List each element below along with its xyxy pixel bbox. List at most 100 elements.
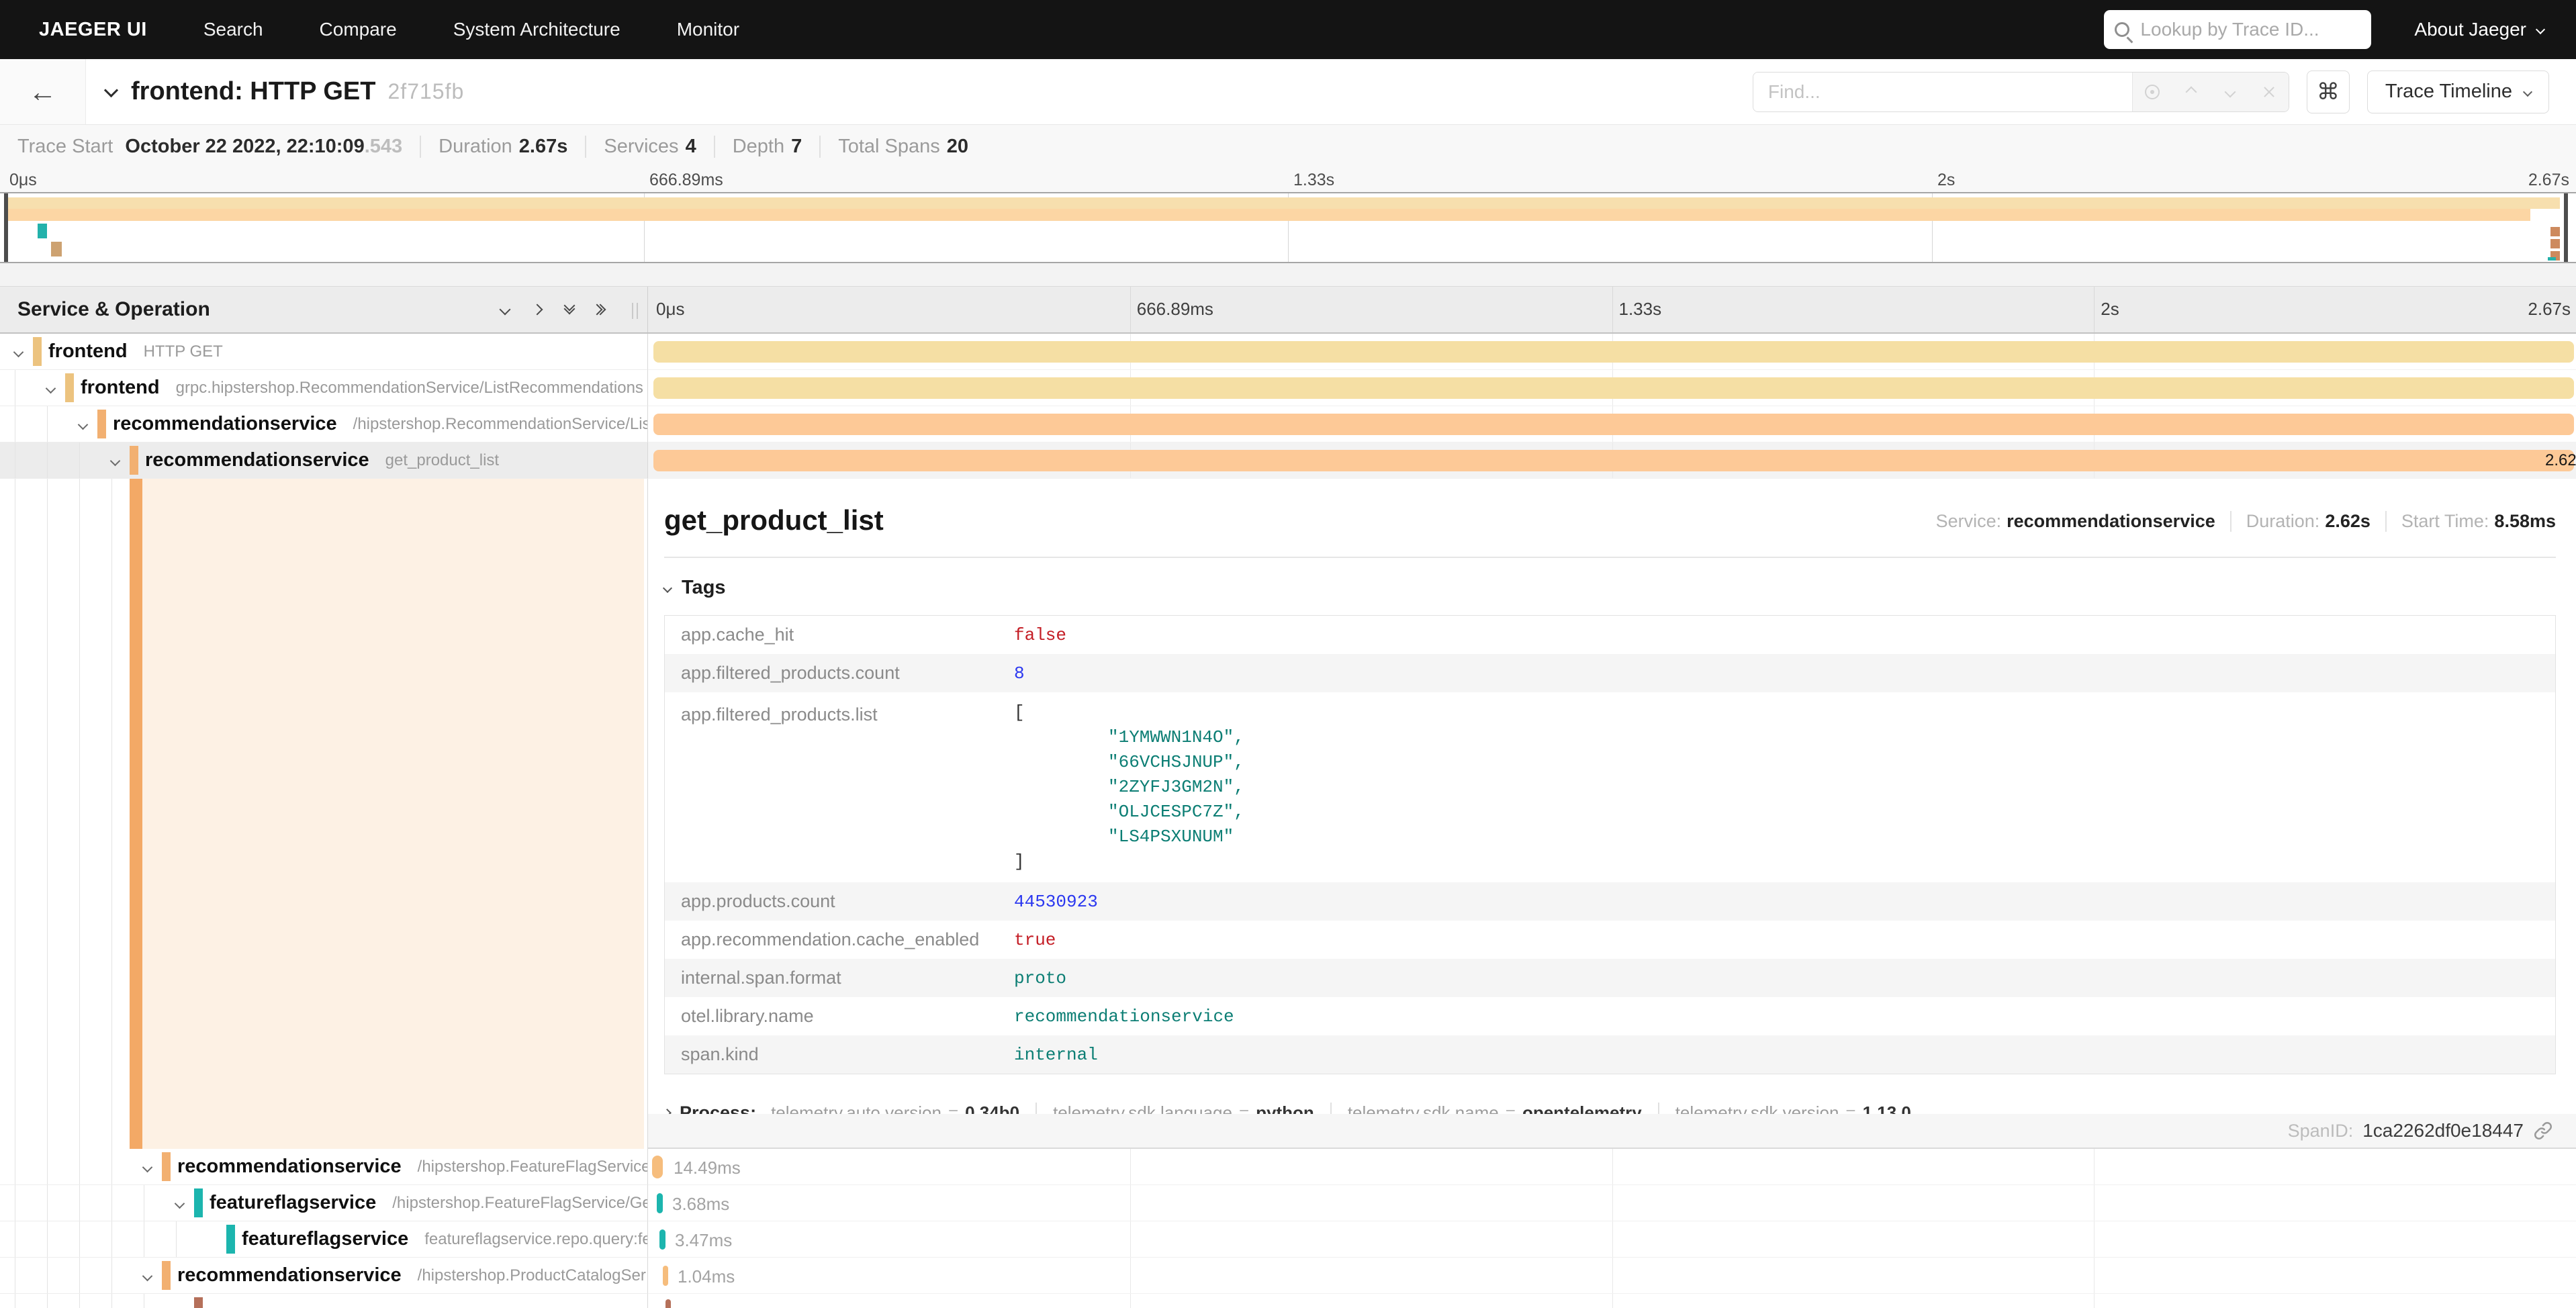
chevron-down-icon: [2536, 25, 2545, 34]
span-collapse-chevron[interactable]: [111, 456, 119, 468]
tag-row: internal.span.format proto: [665, 959, 2555, 997]
span-bar[interactable]: [653, 341, 2574, 363]
chevron-down-icon: [2224, 86, 2236, 97]
span-timeline-cell[interactable]: 3.47ms: [648, 1221, 2576, 1258]
ruler-gridline: [2094, 287, 2095, 332]
span-timeline-cell[interactable]: 14.49ms: [648, 1149, 2576, 1185]
service-color-bar: [162, 1152, 171, 1181]
span-row-frontend-http-get[interactable]: frontend HTTP GET: [0, 334, 2576, 370]
span-bar[interactable]: [653, 450, 2574, 471]
span-timeline-cell[interactable]: [648, 334, 2576, 370]
nav-item-search[interactable]: Search: [203, 19, 263, 40]
tree-controls: [501, 287, 604, 332]
span-timeline-cell[interactable]: 1.04ms: [648, 1258, 2576, 1294]
span-timeline-cell[interactable]: [648, 370, 2576, 406]
find-next-button[interactable]: [2211, 73, 2250, 111]
minimap-span-bar: [8, 209, 2530, 221]
nav-item-monitor[interactable]: Monitor: [677, 19, 739, 40]
span-row-recommendation-featureflag[interactable]: recommendationservice /hipstershop.Featu…: [0, 1149, 2576, 1185]
selected-span-color-stripe: [130, 479, 142, 1149]
trace-id-lookup[interactable]: [2104, 10, 2371, 49]
trace-view-label: Trace Timeline: [2385, 81, 2512, 103]
service-color-bar: [226, 1225, 235, 1254]
span-service: frontend: [81, 377, 160, 399]
minimap-left-handle[interactable]: [4, 193, 8, 262]
minimap-span-bar: [2550, 227, 2560, 236]
span-operation: /hipstershop.RecommendationService/Lis…: [353, 415, 648, 434]
service-operation-header: Service & Operation: [0, 287, 648, 332]
nav-item-compare[interactable]: Compare: [320, 19, 397, 40]
span-row-frontend-listrecommendations[interactable]: frontend grpc.hipstershop.Recommendation…: [0, 370, 2576, 406]
trace-view-selector[interactable]: Trace Timeline: [2367, 71, 2549, 113]
ruler-tick: 2s: [2101, 299, 2119, 320]
span-duration-label: 1.04ms: [678, 1266, 735, 1287]
span-operation: /hipstershop.FeatureFlagService/Ge…: [392, 1194, 648, 1213]
collapse-one-button[interactable]: [501, 306, 509, 314]
span-collapse-chevron[interactable]: [79, 420, 87, 432]
span-bar[interactable]: [653, 414, 2574, 435]
span-collapse-chevron[interactable]: [144, 1271, 151, 1283]
span-bar[interactable]: [653, 377, 2574, 399]
ruler-tick: 2.67s: [2528, 299, 2571, 320]
span-bar[interactable]: [663, 1266, 668, 1286]
trace-header: ← frontend: HTTP GET 2f715fb ⌘ Trace Tim…: [0, 59, 2576, 125]
ruler-tick: 0μs: [9, 171, 37, 190]
expand-one-button[interactable]: [533, 306, 541, 314]
span-collapse-chevron[interactable]: [15, 347, 22, 359]
trace-start-stat: Trace Start October 22 2022, 22:10:09.54…: [17, 136, 402, 158]
locate-button[interactable]: [2133, 73, 2172, 111]
chevron-right-icon: [532, 304, 543, 316]
service-color-bar: [162, 1261, 171, 1290]
span-duration-label: 3.68ms: [672, 1194, 729, 1215]
span-row-recommendation-listrecommendations[interactable]: recommendationservice /hipstershop.Recom…: [0, 406, 2576, 442]
span-collapse-chevron[interactable]: [144, 1162, 151, 1174]
column-resizer-grip[interactable]: [632, 303, 638, 319]
ruler-tick: 1.33s: [1619, 299, 1662, 320]
span-timeline-cell[interactable]: 2.62s: [648, 442, 2576, 479]
trace-title: frontend: HTTP GET: [131, 77, 376, 106]
collapse-all-button[interactable]: [565, 306, 573, 313]
span-row-featureflag-getflag[interactable]: featureflagservice /hipstershop.FeatureF…: [0, 1185, 2576, 1221]
search-icon: [2115, 22, 2129, 37]
tag-row: span.kind internal: [665, 1035, 2555, 1074]
nav-item-system-architecture[interactable]: System Architecture: [453, 19, 620, 40]
span-service: recommendationservice: [113, 413, 337, 435]
span-timeline-cell[interactable]: 3.68ms: [648, 1185, 2576, 1221]
link-icon[interactable]: [2533, 1121, 2553, 1141]
span-timeline-cell[interactable]: [648, 406, 2576, 442]
back-button[interactable]: ←: [0, 59, 86, 124]
span-operation: /hipstershop.FeatureFlagService…: [418, 1158, 648, 1176]
trace-minimap[interactable]: [0, 192, 2576, 263]
total-spans-stat: Total Spans20: [819, 136, 968, 158]
span-row-recommendation-productcatalog[interactable]: recommendationservice /hipstershop.Produ…: [0, 1258, 2576, 1294]
span-detail-row: get_product_list Service:recommendations…: [0, 479, 2576, 1149]
trace-id-lookup-input[interactable]: [2139, 18, 2360, 41]
span-bar[interactable]: [652, 1156, 663, 1178]
span-bar[interactable]: [665, 1299, 671, 1308]
collapse-trace-chevron[interactable]: [106, 85, 116, 99]
detail-start-time: Start Time:8.58ms: [2385, 511, 2556, 532]
find-prev-button[interactable]: [2172, 73, 2211, 111]
span-collapse-chevron[interactable]: [47, 383, 54, 395]
minimap-right-handle[interactable]: [2564, 193, 2568, 262]
span-service: frontend: [48, 340, 128, 363]
span-bar[interactable]: [659, 1229, 665, 1250]
expand-all-button[interactable]: [598, 306, 604, 314]
ruler-gridline: [1130, 287, 1131, 332]
find-clear-button[interactable]: [2250, 73, 2289, 111]
span-row-get-product-list[interactable]: recommendationservice get_product_list 2…: [0, 442, 2576, 479]
app-logo[interactable]: JAEGER UI: [39, 19, 147, 41]
span-detail-meta: Service:recommendationservice Duration:2…: [1936, 511, 2556, 532]
about-jaeger-menu[interactable]: About Jaeger: [2414, 19, 2544, 40]
span-row-partial[interactable]: [0, 1294, 2576, 1308]
span-row-featureflag-repo-query[interactable]: featureflagservice featureflagservice.re…: [0, 1221, 2576, 1258]
tags-section-toggle[interactable]: Tags: [664, 577, 2576, 599]
span-bar[interactable]: [657, 1193, 663, 1213]
find-input[interactable]: [1753, 73, 2132, 111]
minimap-span-bar: [2550, 239, 2560, 248]
span-collapse-chevron[interactable]: [176, 1199, 183, 1211]
span-timeline-cell[interactable]: [648, 1294, 2576, 1308]
span-service: featureflagservice: [242, 1228, 408, 1250]
about-jaeger-label: About Jaeger: [2414, 19, 2526, 40]
keyboard-shortcuts-button[interactable]: ⌘: [2307, 71, 2350, 113]
